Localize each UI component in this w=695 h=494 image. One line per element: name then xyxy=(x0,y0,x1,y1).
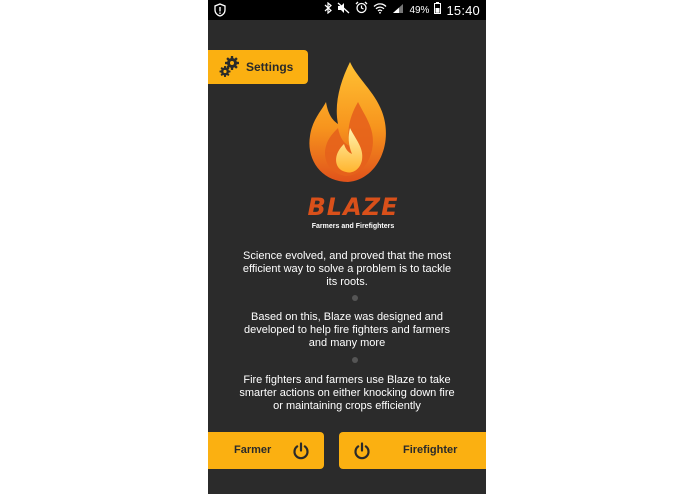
settings-button[interactable]: Settings xyxy=(208,50,308,84)
alert-icon xyxy=(214,3,226,22)
separator-dot xyxy=(352,357,358,363)
brand-name: BLAZE xyxy=(307,193,399,221)
brand-tagline: Farmers and Firefighters xyxy=(311,223,395,230)
intro-paragraph-2: Based on this, Blaze was designed and de… xyxy=(243,311,451,349)
intro-paragraph-3: Fire fighters and farmers use Blaze to t… xyxy=(239,374,455,412)
bluetooth-icon xyxy=(324,1,333,19)
battery-percent: 49% xyxy=(409,4,430,16)
flame-logo-icon xyxy=(300,58,396,203)
power-icon xyxy=(292,442,310,465)
status-bar: 49% 15:40 xyxy=(208,0,486,20)
power-icon xyxy=(353,442,371,465)
clock-time: 15:40 xyxy=(446,2,480,18)
farmer-label: Farmer xyxy=(234,444,272,456)
signal-icon xyxy=(392,1,404,19)
farmer-button[interactable]: Farmer xyxy=(208,432,324,469)
mute-icon xyxy=(337,1,350,19)
intro-paragraph-1: Science evolved, and proved that the mos… xyxy=(242,250,452,288)
settings-label: Settings xyxy=(246,60,294,74)
gears-icon xyxy=(218,55,242,84)
app-screen: 49% 15:40 Settings BLAZE Farmers and Fir… xyxy=(208,0,486,494)
firefighter-label: Firefighter xyxy=(403,444,458,456)
firefighter-button[interactable]: Firefighter xyxy=(339,432,486,469)
alarm-icon xyxy=(355,1,368,19)
wifi-icon xyxy=(373,1,387,19)
battery-icon xyxy=(434,1,442,19)
separator-dot xyxy=(352,295,358,301)
status-icons: 49% 15:40 xyxy=(324,0,480,20)
